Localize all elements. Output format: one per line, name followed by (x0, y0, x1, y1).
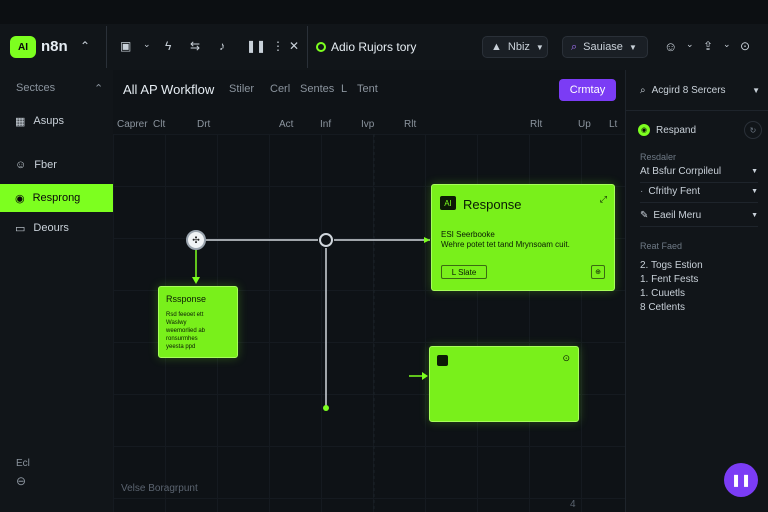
list-item[interactable]: 2. Togs Estion (640, 260, 703, 271)
dot-icon: · (640, 185, 644, 197)
trigger-node-icon[interactable]: ✣ (186, 230, 206, 250)
search-icon: ⌕ (640, 84, 646, 96)
node-badge-icon (437, 355, 448, 366)
add-icon[interactable]: ⊕ (591, 265, 605, 279)
select-field[interactable]: ✎ Eaeil Meru ▼ (640, 204, 758, 227)
node-body: Rsd feeoet ett Waslwy weemorlied ab rons… (166, 311, 205, 351)
list-item[interactable]: 1. Fent Fests (640, 274, 698, 285)
expand-icon[interactable]: ⤢ (600, 194, 607, 205)
node-button[interactable]: L Slate (441, 265, 487, 279)
connector-node[interactable] (319, 233, 333, 247)
node-description: Wehre potet tet tand Mrynsoam cuit. (441, 240, 570, 249)
node-title: Response (463, 197, 522, 212)
node-body-line: yeesta ppd (166, 344, 196, 351)
node-body-line: weemorlied ab (166, 328, 206, 335)
list-item[interactable]: 1. Cuuetls (640, 288, 685, 299)
node-body-line: ronsurmhes (166, 336, 198, 343)
node-body-line: Waslwy (166, 320, 187, 327)
node-title: Rssponse (166, 294, 207, 304)
select-value: At Bsfur Corrpileul (640, 165, 722, 177)
canvas-footer-label: Velse Boragrpunt (121, 483, 198, 494)
chat-icon: ❚❚ (730, 473, 752, 487)
panel-search-label: Acgird 8 Sercers (651, 84, 726, 96)
panel-search[interactable]: ⌕ Acgird 8 Sercers ▼ (640, 79, 760, 101)
divider (625, 110, 768, 111)
settings-icon[interactable]: ⊙ (562, 353, 570, 364)
chevron-down-icon: ▼ (751, 211, 758, 219)
node-body-line: Rsd feeoet ett (166, 312, 204, 318)
select-field[interactable]: · Cfrithy Fent ▼ (640, 180, 758, 203)
refresh-icon[interactable]: ↻ (744, 121, 762, 139)
select-value: Cfrithy Fent (648, 185, 701, 197)
chat-fab-button[interactable]: ❚❚ (724, 463, 758, 497)
list-header: Reat Faed (640, 241, 683, 251)
chevron-down-icon: ▼ (751, 187, 758, 195)
stanimol-node[interactable]: ⊙ (429, 346, 579, 422)
panel-section-title: Respand (656, 125, 697, 136)
response-node[interactable]: AI Response ⤢ ESI Seerbooke Wehre potet … (431, 184, 615, 291)
list-item[interactable]: 8 Cetlents (640, 302, 685, 313)
select-value: Eaeil Meru (653, 209, 702, 221)
canvas-corner-mark: 4 (570, 499, 576, 510)
node-badge: AI (440, 196, 456, 210)
chevron-down-icon: ▼ (752, 85, 760, 95)
chevron-down-icon: ▼ (751, 167, 758, 175)
response-node-small[interactable]: Rssponse Rsd feeoet ett Waslwy weemorlie… (158, 286, 238, 358)
pencil-icon: ✎ (640, 209, 649, 221)
respond-icon: ◉ (638, 124, 650, 136)
